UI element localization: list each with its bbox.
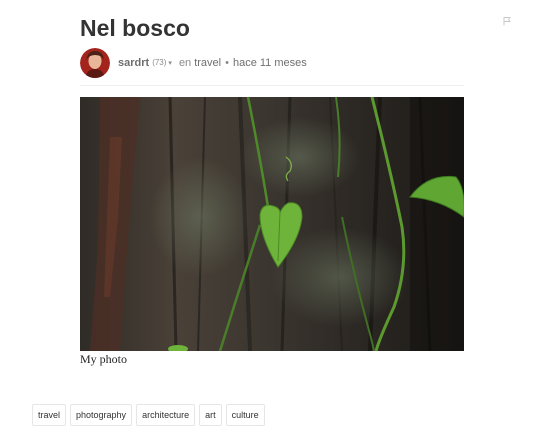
tag-architecture[interactable]: architecture <box>136 404 196 426</box>
author-avatar[interactable] <box>80 47 110 78</box>
post-title: Nel bosco <box>80 15 190 41</box>
divider <box>80 85 464 86</box>
post-meta: sardrt (73) ▾ en travel • hace 11 meses <box>80 47 307 78</box>
tag-culture[interactable]: culture <box>225 404 265 426</box>
author-menu-caret-icon[interactable]: ▾ <box>168 59 172 67</box>
photo-caption: My photo <box>80 352 128 366</box>
flag-icon[interactable] <box>502 16 512 26</box>
tag-art[interactable]: art <box>199 404 222 426</box>
tag-travel[interactable]: travel <box>32 404 67 426</box>
author-name[interactable]: sardrt <box>118 57 149 69</box>
post-photo <box>80 97 464 351</box>
community-prefix: en <box>178 56 192 69</box>
meta-separator: • <box>225 56 229 69</box>
post-date: hace 11 meses <box>232 56 307 69</box>
tag-photography[interactable]: photography <box>70 404 133 426</box>
post-page: Nel bosco sardrt (73) ▾ en travel • hace… <box>0 0 539 429</box>
author-reputation: (73) <box>152 58 167 67</box>
community-link[interactable]: travel <box>194 57 221 69</box>
tag-list: travel photography architecture art cult… <box>32 404 265 426</box>
